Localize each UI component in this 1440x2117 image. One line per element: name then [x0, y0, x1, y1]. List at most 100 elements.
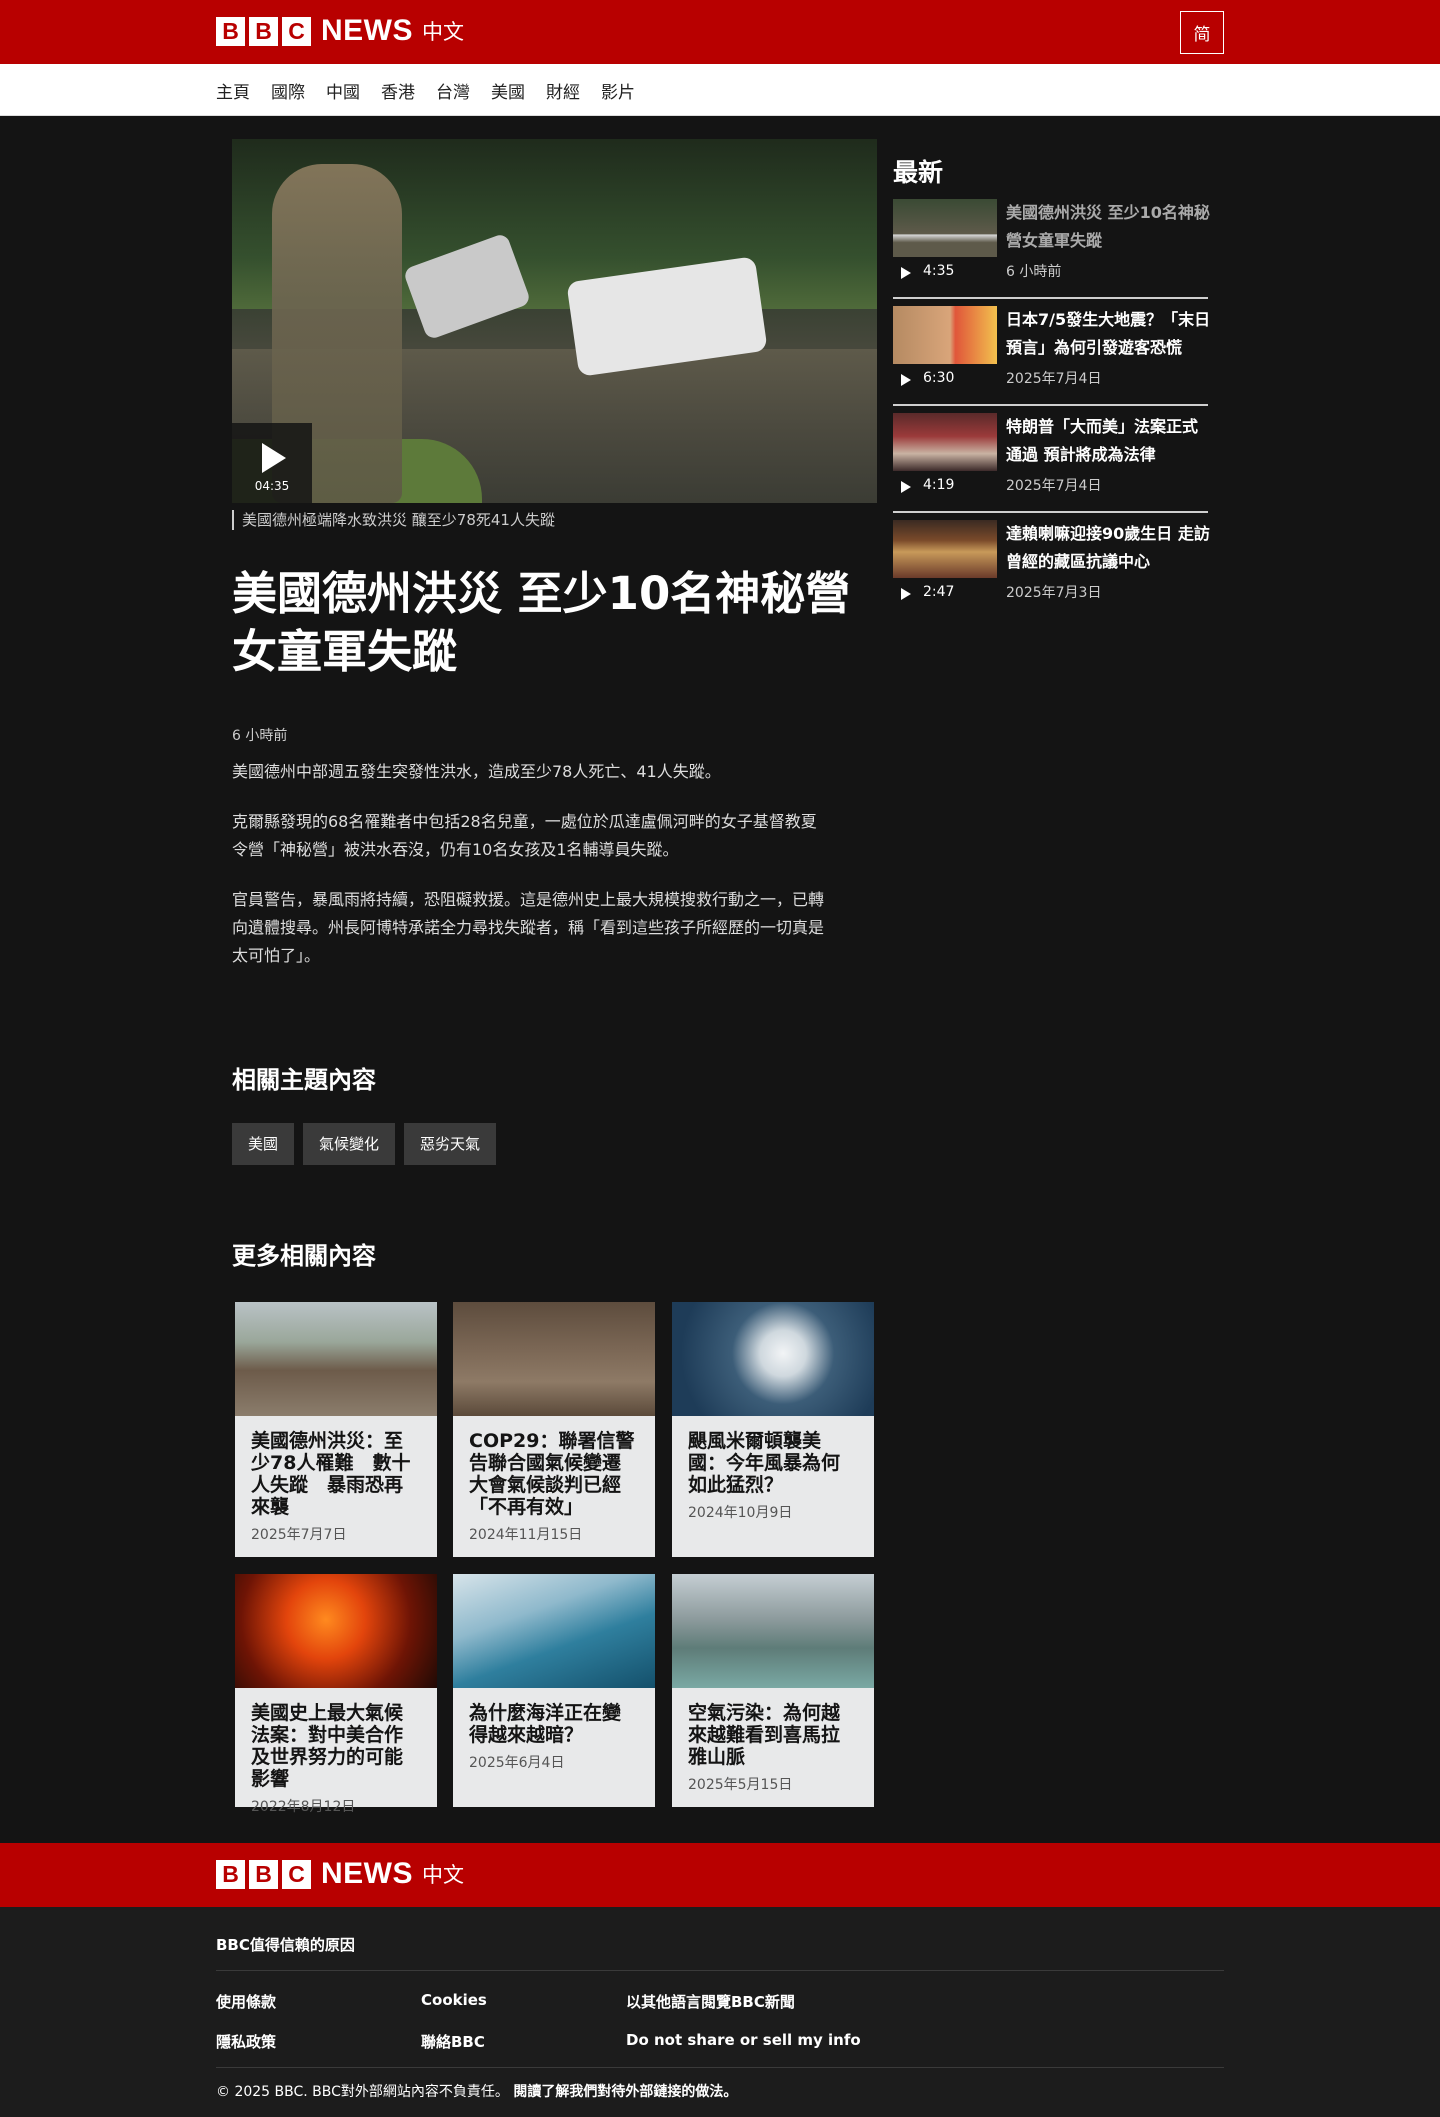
footer-link-contact[interactable]: 聯絡BBC [421, 2031, 485, 2052]
card-thumbnail [672, 1302, 874, 1416]
card-date: 2025年7月7日 [251, 1527, 347, 1543]
related-article-card[interactable]: 美國史上最大氣候法案：對中美合作及世界努力的可能影響 2022年8月12日 [235, 1574, 437, 1815]
card-thumbnail [235, 1302, 437, 1416]
latest-duration: 2:47 [923, 584, 955, 600]
logo-letter: C [282, 16, 311, 46]
latest-date: 2025年7月3日 [1006, 585, 1102, 601]
latest-video-item[interactable]: 4:19 特朗普「大而美」法案正式通過 預計將成為法律 2025年7月4日 [893, 413, 1208, 513]
logo-news-text: NEWS [321, 14, 413, 47]
latest-date: 2025年7月4日 [1006, 371, 1102, 387]
logo-letter: C [282, 1859, 311, 1889]
card-title: 空氣污染：為何越來越難看到喜馬拉雅山脈 [688, 1702, 841, 1768]
latest-thumbnail [893, 413, 997, 471]
latest-date: 6 小時前 [1006, 264, 1062, 280]
latest-divider [893, 404, 1208, 406]
article-paragraph: 克爾縣發現的68名罹難者中包括28名兒童，一處位於瓜達盧佩河畔的女子基督教夏令營… [232, 812, 817, 859]
play-icon [262, 443, 286, 473]
latest-video-item[interactable]: 4:35 美國德州洪災 至少10名神秘營女童軍失蹤 6 小時前 [893, 199, 1210, 299]
site-footer: BBC值得信賴的原因 使用條款 Cookies 以其他語言閱覽BBC新聞 隱私政… [0, 1907, 1440, 2117]
logo-news-text: NEWS [321, 1857, 413, 1890]
logo-letter: B [249, 1859, 278, 1889]
footer-link-other-languages[interactable]: 以其他語言閱覽BBC新聞 [626, 1991, 795, 2012]
related-article-card[interactable]: 空氣污染：為何越來越難看到喜馬拉雅山脈 2025年5月15日 [672, 1574, 874, 1807]
footer-brand-bar: B B C NEWS 中文 [0, 1843, 1440, 1907]
related-article-card[interactable]: COP29：聯署信警告聯合國氣候變遷大會氣候談判已經「不再有效」 2024年11… [453, 1302, 655, 1557]
latest-title: 特朗普「大而美」法案正式通過 預計將成為法律 [1006, 417, 1199, 464]
footer-link-why-trust-bbc[interactable]: BBC值得信賴的原因 [216, 1934, 355, 1955]
video-caption: 美國德州極端降水致洪災 釀至少78死41人失蹤 [232, 510, 555, 530]
article-headline: 美國德州洪災 至少10名神秘營女童軍失蹤 [232, 567, 851, 678]
latest-thumbnail [893, 199, 997, 257]
card-thumbnail [453, 1574, 655, 1688]
play-icon [901, 588, 911, 600]
article-timestamp: 6 小時前 [232, 728, 288, 744]
simplified-chinese-toggle-button[interactable]: 简 [1180, 11, 1224, 54]
video-play-button[interactable]: 04:35 [232, 423, 312, 503]
play-icon [901, 481, 911, 493]
latest-video-item[interactable]: 2:47 達賴喇嘛迎接90歲生日 走訪曾經的藏區抗議中心 2025年7月3日 [893, 520, 1210, 620]
nav-item-home[interactable]: 主頁 [216, 78, 250, 103]
play-icon [901, 374, 911, 386]
card-title: 為什麼海洋正在變得越來越暗？ [469, 1702, 622, 1746]
card-date: 2025年5月15日 [688, 1777, 793, 1793]
latest-divider [893, 511, 1208, 513]
top-header-bar: B B C NEWS 中文 简 [0, 0, 1440, 64]
footer-link-terms[interactable]: 使用條款 [216, 1991, 276, 2012]
footer-link-do-not-share[interactable]: Do not share or sell my info [626, 2031, 861, 2049]
logo-letter: B [216, 1859, 245, 1889]
card-date: 2024年11月15日 [469, 1527, 583, 1543]
footer-link-privacy[interactable]: 隱私政策 [216, 2031, 276, 2052]
nav-item-china[interactable]: 中國 [326, 78, 360, 103]
video-duration: 04:35 [254, 479, 290, 493]
topic-tag-us[interactable]: 美國 [232, 1123, 295, 1165]
card-thumbnail [453, 1302, 655, 1416]
latest-title: 美國德州洪災 至少10名神秘營女童軍失蹤 [1006, 203, 1210, 250]
card-date: 2025年6月4日 [469, 1755, 565, 1771]
footer-divider [216, 2067, 1224, 2068]
logo-letter: B [249, 16, 278, 46]
related-article-card[interactable]: 為什麼海洋正在變得越來越暗？ 2025年6月4日 [453, 1574, 655, 1807]
logo-language-text: 中文 [422, 20, 464, 44]
latest-video-item[interactable]: 6:30 日本7/5發生大地震？「末日預言」為何引發遊客恐慌 2025年7月4日 [893, 306, 1210, 406]
nav-item-international[interactable]: 國際 [271, 78, 305, 103]
article-paragraph: 美國德州中部週五發生突發性洪水，造成至少78人死亡、41人失蹤。 [232, 762, 721, 781]
hero-video-player[interactable]: 04:35 [232, 139, 877, 503]
copyright-text: © 2025 BBC. BBC對外部網站內容不負責任。 [216, 2084, 509, 2100]
latest-duration: 4:19 [923, 477, 955, 493]
nav-item-hong-kong[interactable]: 香港 [381, 78, 415, 103]
related-article-card[interactable]: 颶風米爾頓襲美國：今年風暴為何如此猛烈？ 2024年10月9日 [672, 1302, 874, 1557]
topic-tag-climate-change[interactable]: 氣候變化 [303, 1123, 396, 1165]
footer-bbc-news-logo[interactable]: B B C NEWS 中文 [216, 1857, 464, 1890]
latest-thumbnail [893, 520, 997, 578]
bbc-news-logo[interactable]: B B C NEWS 中文 [216, 14, 464, 47]
play-icon [901, 267, 911, 279]
related-article-card[interactable]: 美國德州洪災：至少78人罹難 數十人失蹤 暴雨恐再來襲 2025年7月7日 [235, 1302, 437, 1557]
nav-item-us[interactable]: 美國 [491, 78, 525, 103]
article-paragraph: 官員警告，暴風雨將持續，恐阻礙救援。這是德州史上最大規模搜救行動之一，已轉向遺體… [232, 890, 825, 965]
article-body: 美國德州中部週五發生突發性洪水，造成至少78人死亡、41人失蹤。 克爾縣發現的6… [232, 758, 832, 992]
card-thumbnail [235, 1574, 437, 1688]
more-content-heading: 更多相關內容 [232, 1242, 376, 1270]
nav-item-video[interactable]: 影片 [601, 78, 635, 103]
footer-link-cookies[interactable]: Cookies [421, 1991, 487, 2009]
topic-tags: 美國 氣候變化 惡劣天氣 [232, 1123, 505, 1165]
card-title: 颶風米爾頓襲美國：今年風暴為何如此猛烈？ [688, 1430, 841, 1496]
latest-thumbnail [893, 306, 997, 364]
nav-item-taiwan[interactable]: 台灣 [436, 78, 470, 103]
logo-letter: B [216, 16, 245, 46]
card-title: 美國德州洪災：至少78人罹難 數十人失蹤 暴雨恐再來襲 [251, 1430, 411, 1518]
footer-copyright: © 2025 BBC. BBC對外部網站內容不負責任。 閱讀了解我們對待外部鏈接… [216, 2081, 737, 2101]
main-navigation: 主頁 國際 中國 香港 台灣 美國 財經 影片 [0, 64, 1440, 116]
footer-divider [216, 1970, 1224, 1971]
card-thumbnail [672, 1574, 874, 1688]
latest-divider [893, 297, 1208, 299]
latest-date: 2025年7月4日 [1006, 478, 1102, 494]
latest-title: 達賴喇嘛迎接90歲生日 走訪曾經的藏區抗議中心 [1006, 524, 1210, 571]
card-title: 美國史上最大氣候法案：對中美合作及世界努力的可能影響 [251, 1702, 404, 1790]
footer-link-external-links-policy[interactable]: 閱讀了解我們對待外部鏈接的做法。 [513, 2084, 737, 2100]
topic-tag-extreme-weather[interactable]: 惡劣天氣 [404, 1123, 497, 1165]
card-title: COP29：聯署信警告聯合國氣候變遷大會氣候談判已經「不再有效」 [469, 1430, 635, 1518]
related-topics-heading: 相關主題內容 [232, 1066, 376, 1094]
nav-item-finance[interactable]: 財經 [546, 78, 580, 103]
logo-language-text: 中文 [422, 1863, 464, 1887]
